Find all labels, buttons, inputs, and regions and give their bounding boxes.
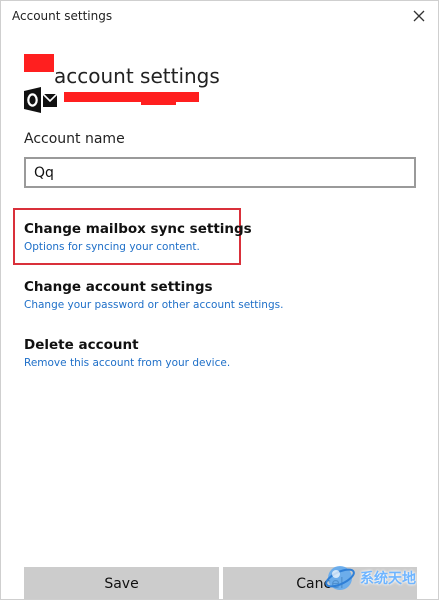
option-description[interactable]: Change your password or other account se… [24,299,283,311]
close-icon [413,10,425,22]
redacted-account-name [24,54,54,72]
site-watermark: 系统天地 [324,560,436,596]
change-account-settings-option[interactable]: Change account settings Change your pass… [24,279,283,311]
globe-logo-icon [325,566,355,590]
change-mailbox-sync-settings-option[interactable]: Change mailbox sync settings Options for… [24,221,252,253]
redacted-email-address [64,92,199,102]
option-title: Delete account [24,337,139,353]
account-name-label: Account name [24,131,125,147]
watermark-text: 系统天地 [360,571,416,587]
option-title: Change account settings [24,279,213,295]
title-bar: Account settings [1,1,438,31]
option-description[interactable]: Options for syncing your content. [24,241,252,253]
account-name-input[interactable] [24,157,416,188]
save-button[interactable]: Save [24,567,219,599]
outlook-icon [24,87,58,113]
redacted-email-address-tail [141,99,176,105]
close-button[interactable] [406,5,432,27]
option-title: Change mailbox sync settings [24,221,252,237]
window-title: Account settings [12,9,113,23]
page-heading: account settings [54,64,220,89]
account-settings-window: Account settings account settings Accoun… [0,0,439,600]
delete-account-option[interactable]: Delete account Remove this account from … [24,337,230,369]
option-description[interactable]: Remove this account from your device. [24,357,230,369]
